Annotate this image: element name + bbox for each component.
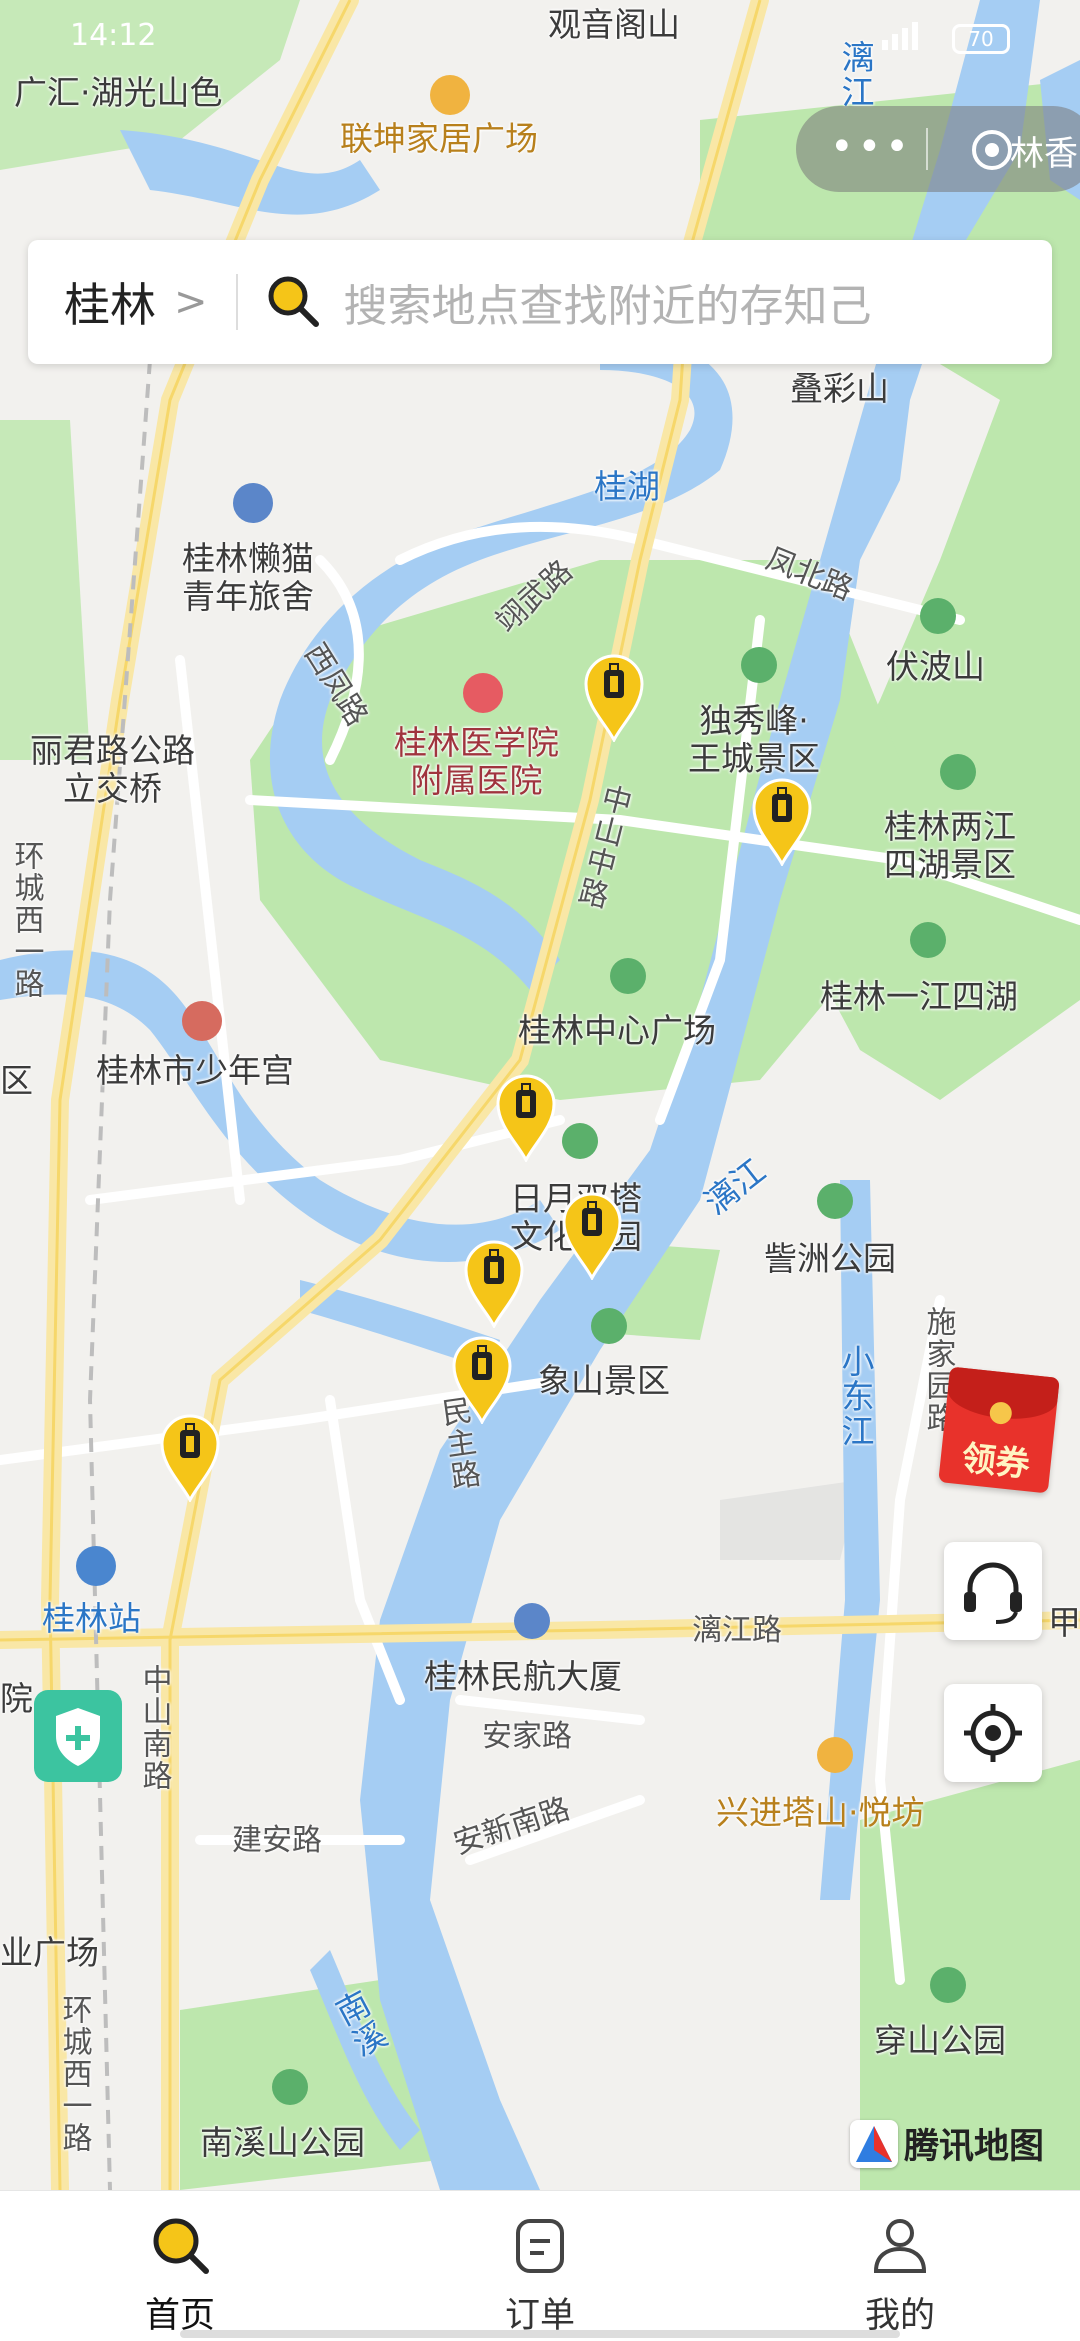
map-brand-text: 腾讯地图 — [904, 2127, 1045, 2167]
map-label-fubo: 伏波山 — [886, 647, 985, 686]
map-label-lazycat: 桂林懒猫 青年旅舍 — [182, 539, 314, 616]
map-label-ye-guangchang: 业广场 — [0, 1933, 99, 1972]
map-label-jia: 甲 — [1048, 1603, 1080, 1642]
map-label-hospital: 桂林医学院 附属医院 — [394, 723, 559, 800]
map-label-jianan: 建安路 — [232, 1823, 322, 1858]
map-brand: 腾讯地图 — [850, 2118, 1044, 2169]
shield-icon — [56, 1708, 100, 1766]
map-label-anjia: 安家路 — [482, 1719, 572, 1754]
map-label-liankun: 联坤家居广场 — [340, 119, 538, 158]
search-icon — [266, 274, 322, 330]
close-ring-icon[interactable] — [972, 130, 1012, 170]
chevron-right-icon[interactable]: > — [174, 279, 208, 325]
coupon-button[interactable]: 领券 — [938, 1366, 1060, 1494]
headset-icon — [964, 1562, 1022, 1624]
mini-program-capsule[interactable]: ••• 林香 — [796, 106, 1080, 192]
map-label-huancheng-xi2: 环城西一路 — [56, 1994, 92, 2154]
search-bar: 桂林 > 搜索地点查找附近的存知己 — [28, 240, 1052, 364]
map-label-guihu: 桂湖 — [594, 467, 660, 506]
map-label-chuanshan: 穿山公园 — [874, 2021, 1006, 2060]
luggage-pin-icon[interactable] — [496, 1074, 556, 1162]
bottom-tab-bar: 首页 订单 我的 — [0, 2190, 1080, 2341]
map-label-xiaodong: 小东江 — [835, 1344, 875, 1449]
luggage-pin-icon[interactable] — [584, 654, 644, 742]
status-time: 14:12 — [70, 18, 157, 53]
map-label-guanghui: 广汇·湖光山色 — [14, 73, 223, 112]
tab-profile[interactable]: 我的 — [800, 2191, 1000, 2341]
luggage-pin-icon[interactable] — [464, 1240, 524, 1328]
coupon-label: 领券 — [959, 1438, 1032, 1486]
map-label-zhongshan-nan: 中山南路 — [136, 1664, 172, 1792]
search-icon — [153, 2218, 209, 2274]
map-label-center-square: 桂林中心广场 — [518, 1011, 716, 1050]
battery-level: 70 — [968, 27, 994, 51]
home-indicator — [180, 2330, 900, 2338]
map-label-xingjin: 兴进塔山·悦坊 — [716, 1793, 925, 1832]
status-bar: 14:12 70 — [0, 0, 1080, 70]
tab-orders[interactable]: 订单 — [440, 2191, 640, 2341]
battery-icon: 70 — [952, 24, 1010, 54]
map-label-duxiufeng: 独秀峰· 王城景区 — [688, 701, 820, 778]
tab-home[interactable]: 首页 — [80, 2191, 280, 2341]
search-divider — [235, 274, 238, 330]
map-label-qu: 区 — [0, 1061, 33, 1100]
capsule-right-text: 林香 — [1010, 134, 1078, 174]
map-label-huancheng-xi: 环城西一路 — [8, 840, 44, 1000]
search-input[interactable]: 搜索地点查找附近的存知己 — [344, 270, 872, 334]
map-label-yijiang: 桂林一江四湖 — [820, 977, 1018, 1016]
luggage-pin-icon[interactable] — [562, 1192, 622, 1280]
locate-button[interactable] — [944, 1684, 1042, 1782]
map-label-zizhou: 訾洲公园 — [764, 1239, 896, 1278]
luggage-pin-icon[interactable] — [752, 778, 812, 866]
map-label-youth-palace: 桂林市少年宫 — [96, 1051, 294, 1090]
map-label-lijiang-road: 漓江路 — [692, 1613, 782, 1648]
customer-service-button[interactable] — [944, 1542, 1042, 1640]
map-label-yuan: 院 — [0, 1679, 33, 1718]
locate-icon — [964, 1704, 1022, 1762]
map-label-xiangshan: 象山景区 — [538, 1361, 670, 1400]
tencent-map-logo-icon — [850, 2119, 898, 2168]
city-selector[interactable]: 桂林 — [64, 269, 156, 335]
signal-icon — [880, 20, 920, 50]
capsule-divider — [926, 128, 928, 170]
map-label-lijun: 丽君路公路 立交桥 — [30, 731, 195, 808]
map-label-minhang: 桂林民航大厦 — [424, 1657, 622, 1696]
order-icon — [516, 2219, 564, 2273]
map-label-nanxishan: 南溪山公园 — [200, 2123, 365, 2162]
luggage-pin-icon[interactable] — [160, 1414, 220, 1502]
map-label-guilin-station: 桂林站 — [42, 1599, 141, 1638]
more-dots-icon[interactable]: ••• — [830, 124, 913, 170]
luggage-pin-icon[interactable] — [452, 1336, 512, 1424]
profile-icon — [873, 2219, 927, 2273]
safety-shield-button[interactable] — [34, 1690, 122, 1782]
map-label-liangjiang: 桂林两江 四湖景区 — [884, 807, 1016, 884]
map-label-diecaishan: 叠彩山 — [790, 369, 889, 408]
